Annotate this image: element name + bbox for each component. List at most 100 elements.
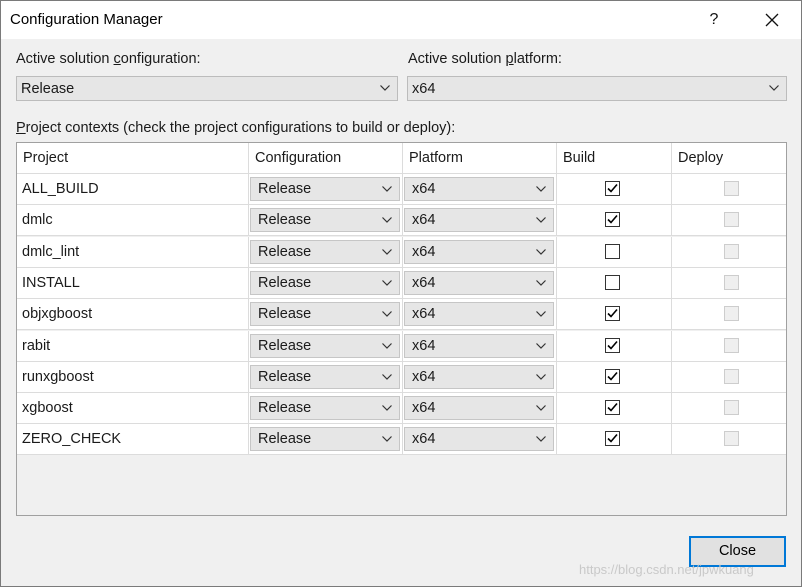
configuration-select[interactable]: Release — [250, 396, 400, 421]
configuration-select[interactable]: Release — [250, 364, 400, 389]
title-bar: Configuration Manager ? — [1, 1, 801, 39]
table-row: objxgboost Release x64 — [17, 299, 786, 331]
column-header-configuration[interactable]: Configuration — [249, 143, 403, 173]
configuration-select[interactable]: Release — [250, 333, 400, 358]
build-checkbox[interactable] — [605, 368, 620, 384]
chevron-down-icon — [382, 342, 392, 349]
configuration-select[interactable]: Release — [250, 270, 400, 295]
project-name-cell[interactable]: runxgboost — [17, 361, 249, 392]
chevron-down-icon — [769, 85, 779, 91]
platform-cell: x64 — [403, 236, 557, 267]
build-cell — [557, 424, 672, 455]
project-name: xgboost — [22, 400, 73, 417]
project-name: dmlc_lint — [22, 243, 80, 260]
deploy-cell — [672, 331, 786, 361]
platform-cell: x64 — [403, 393, 557, 424]
configuration-value: Release — [258, 243, 312, 260]
build-checkbox[interactable] — [605, 181, 620, 196]
build-checkbox[interactable] — [605, 337, 620, 353]
build-checkbox[interactable] — [605, 400, 620, 416]
project-name-cell[interactable]: dmlc — [17, 205, 249, 236]
configuration-select[interactable]: Release — [250, 177, 400, 201]
project-name-cell[interactable]: ZERO_CHECK — [17, 424, 249, 455]
chevron-down-icon — [380, 85, 390, 91]
build-cell — [557, 205, 672, 236]
configuration-select[interactable]: Release — [250, 239, 400, 264]
grid-header-row: Project Configuration Platform Build Dep… — [17, 143, 786, 174]
platform-select[interactable]: x64 — [404, 270, 554, 295]
solution-configuration-value: Release — [21, 81, 75, 97]
configuration-select[interactable]: Release — [250, 427, 400, 452]
platform-cell: x64 — [403, 330, 557, 361]
configuration-manager-dialog: Configuration Manager ? Active solution … — [0, 0, 802, 587]
platform-select[interactable]: x64 — [404, 427, 554, 452]
configuration-cell: Release — [249, 330, 403, 361]
platform-select[interactable]: x64 — [404, 302, 554, 327]
platform-select[interactable]: x64 — [404, 177, 554, 201]
platform-cell: x64 — [403, 174, 557, 204]
configuration-value: Release — [258, 368, 312, 385]
project-name-cell[interactable]: objxgboost — [17, 299, 249, 330]
configuration-select[interactable]: Release — [250, 302, 400, 327]
table-row: xgboost Release x64 — [17, 393, 786, 425]
table-row: runxgboost Release x64 — [17, 361, 786, 393]
checkmark-icon — [607, 215, 618, 224]
checkmark-icon — [607, 183, 618, 193]
help-button[interactable]: ? — [691, 1, 737, 39]
platform-value: x64 — [412, 274, 436, 291]
deploy-cell — [672, 237, 786, 267]
platform-select[interactable]: x64 — [404, 364, 554, 389]
column-header-platform[interactable]: Platform — [403, 143, 557, 173]
build-checkbox[interactable] — [605, 212, 620, 228]
table-row: dmlc_lint Release x64 — [17, 236, 786, 268]
platform-cell: x64 — [403, 424, 557, 455]
table-row: INSTALL Release x64 — [17, 267, 786, 299]
chevron-down-icon — [382, 248, 392, 255]
solution-configuration-select[interactable]: Release — [16, 76, 398, 101]
configuration-value: Release — [258, 431, 312, 448]
column-header-build[interactable]: Build — [557, 143, 672, 173]
project-name-cell[interactable]: INSTALL — [17, 267, 249, 298]
deploy-checkbox — [724, 400, 739, 416]
configuration-value: Release — [258, 274, 312, 291]
column-header-project[interactable]: Project — [17, 143, 249, 173]
build-checkbox[interactable] — [605, 274, 620, 290]
platform-value: x64 — [412, 212, 436, 229]
platform-select[interactable]: x64 — [404, 239, 554, 264]
chevron-down-icon — [536, 248, 546, 255]
project-name: INSTALL — [22, 274, 80, 291]
platform-select[interactable]: x64 — [404, 396, 554, 421]
configuration-select[interactable]: Release — [250, 208, 400, 233]
deploy-cell — [672, 424, 786, 454]
checkmark-icon — [607, 309, 618, 318]
checkmark-icon — [607, 434, 618, 444]
platform-value: x64 — [412, 181, 436, 197]
deploy-cell — [672, 299, 786, 329]
configuration-value: Release — [258, 181, 312, 197]
deploy-checkbox — [724, 274, 739, 290]
deploy-cell — [672, 393, 786, 423]
build-checkbox[interactable] — [605, 243, 620, 259]
build-checkbox[interactable] — [605, 306, 620, 322]
deploy-checkbox — [724, 212, 739, 228]
project-name-cell[interactable]: dmlc_lint — [17, 236, 249, 267]
window-close-button[interactable] — [749, 1, 795, 39]
project-name-cell[interactable]: ALL_BUILD — [17, 174, 249, 204]
build-checkbox[interactable] — [605, 431, 620, 447]
column-header-deploy[interactable]: Deploy — [672, 143, 786, 173]
solution-platform-select[interactable]: x64 — [407, 76, 787, 101]
platform-select[interactable]: x64 — [404, 333, 554, 358]
platform-cell: x64 — [403, 267, 557, 298]
configuration-cell: Release — [249, 174, 403, 204]
deploy-checkbox — [724, 243, 739, 259]
build-cell — [557, 267, 672, 298]
solution-platform-value: x64 — [412, 81, 436, 97]
platform-value: x64 — [412, 368, 436, 385]
project-name-cell[interactable]: rabit — [17, 330, 249, 361]
platform-select[interactable]: x64 — [404, 208, 554, 233]
configuration-cell: Release — [249, 205, 403, 236]
solution-platform-label: Active solution platform: — [408, 51, 562, 67]
project-name: objxgboost — [22, 306, 93, 323]
project-name-cell[interactable]: xgboost — [17, 393, 249, 424]
table-row: ALL_BUILD Release x64 — [17, 174, 786, 205]
